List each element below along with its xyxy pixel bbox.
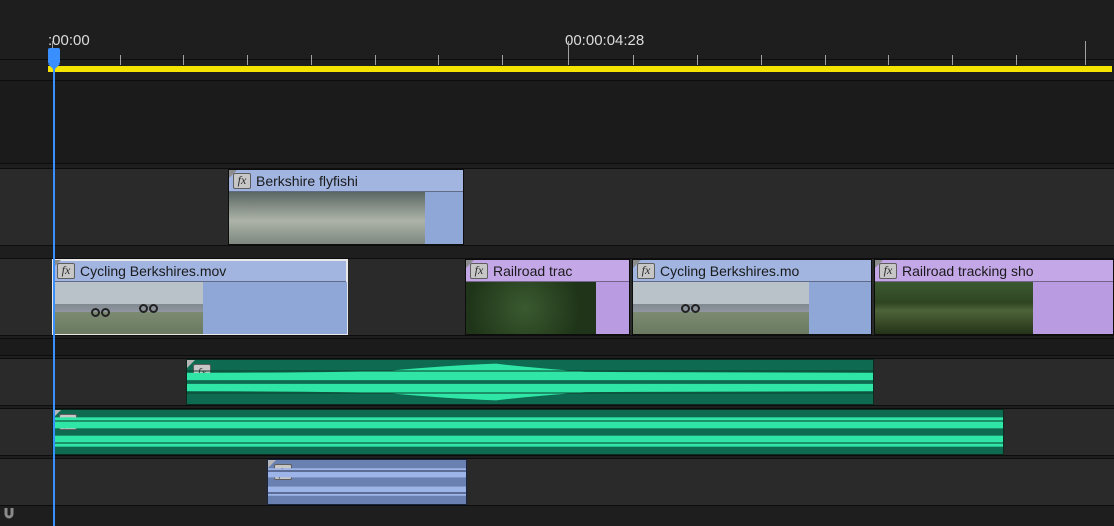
- empty-track-top: [0, 80, 1114, 164]
- clip-fill: [425, 192, 463, 244]
- ruler-minor-tick: [952, 55, 953, 65]
- clip-label: Cycling Berkshires.mov: [80, 263, 226, 279]
- clip-in-marker: [633, 260, 641, 268]
- ruler-minor-tick: [761, 55, 762, 65]
- ruler-label-1: 00:00:04:28: [565, 32, 644, 49]
- clip-label: Railroad trac: [493, 263, 572, 279]
- clip-in-marker: [875, 260, 883, 268]
- ruler-major-tick: [1085, 41, 1086, 65]
- clip-thumbnail: [633, 282, 809, 334]
- clip-railroad-1[interactable]: fx Railroad trac: [465, 259, 630, 335]
- clip-berkshire-flyfishing[interactable]: fx Berkshire flyfishi: [228, 169, 464, 245]
- time-ruler[interactable]: :00:00 00:00:04:28: [0, 0, 1114, 60]
- ruler-minor-tick: [120, 55, 121, 65]
- audio-clip-a1[interactable]: fx: [186, 359, 874, 405]
- audio-clip-a3[interactable]: fx: [267, 459, 467, 505]
- waveform-icon: [187, 360, 873, 404]
- snap-magnet-icon[interactable]: [0, 505, 18, 526]
- ruler-minor-tick: [183, 55, 184, 65]
- clip-fill: [596, 282, 629, 334]
- clip-fill: [1033, 282, 1113, 334]
- ruler-major-tick: [568, 41, 569, 65]
- clip-fill: [809, 282, 871, 334]
- clip-thumbnail: [53, 282, 203, 334]
- clip-cycling-1[interactable]: fx Cycling Berkshires.mov: [52, 259, 348, 335]
- playhead[interactable]: [53, 54, 55, 526]
- clip-cycling-2[interactable]: fx Cycling Berkshires.mo: [632, 259, 872, 335]
- clip-fill: [203, 282, 347, 334]
- ruler-minor-tick: [247, 55, 248, 65]
- clip-in-marker: [229, 170, 237, 178]
- video-track-v1[interactable]: fx Cycling Berkshires.mov fx Railroad tr…: [0, 258, 1114, 336]
- track-divider: [0, 338, 1114, 356]
- audio-track-a1[interactable]: fx: [0, 358, 1114, 406]
- waveform-icon: [53, 410, 1003, 454]
- work-area-bar[interactable]: [48, 66, 1112, 72]
- ruler-minor-tick: [438, 55, 439, 65]
- ruler-label-0: :00:00: [48, 32, 90, 49]
- playhead-handle[interactable]: [48, 48, 60, 64]
- video-track-v2[interactable]: fx Berkshire flyfishi: [0, 168, 1114, 246]
- clip-thumbnail: [229, 192, 425, 244]
- clip-label: Cycling Berkshires.mo: [660, 263, 799, 279]
- audio-track-a2[interactable]: fx: [0, 408, 1114, 456]
- timeline-tracks[interactable]: fx Berkshire flyfishi fx Cycling Berkshi…: [0, 80, 1114, 526]
- ruler-minor-tick: [1016, 55, 1017, 65]
- ruler-minor-tick: [825, 55, 826, 65]
- ruler-minor-tick: [888, 55, 889, 65]
- ruler-minor-tick: [311, 55, 312, 65]
- clip-in-marker: [466, 260, 474, 268]
- ruler-minor-tick: [633, 55, 634, 65]
- clip-thumbnail: [875, 282, 1033, 334]
- ruler-minor-tick: [697, 55, 698, 65]
- ruler-minor-tick: [375, 55, 376, 65]
- waveform-icon: [268, 460, 466, 504]
- ruler-minor-tick: [502, 55, 503, 65]
- clip-railroad-2[interactable]: fx Railroad tracking sho: [874, 259, 1114, 335]
- audio-clip-a2[interactable]: fx: [52, 409, 1004, 455]
- audio-track-a3[interactable]: fx: [0, 458, 1114, 506]
- clip-thumbnail: [466, 282, 596, 334]
- clip-label: Railroad tracking sho: [902, 263, 1034, 279]
- clip-label: Berkshire flyfishi: [256, 173, 358, 189]
